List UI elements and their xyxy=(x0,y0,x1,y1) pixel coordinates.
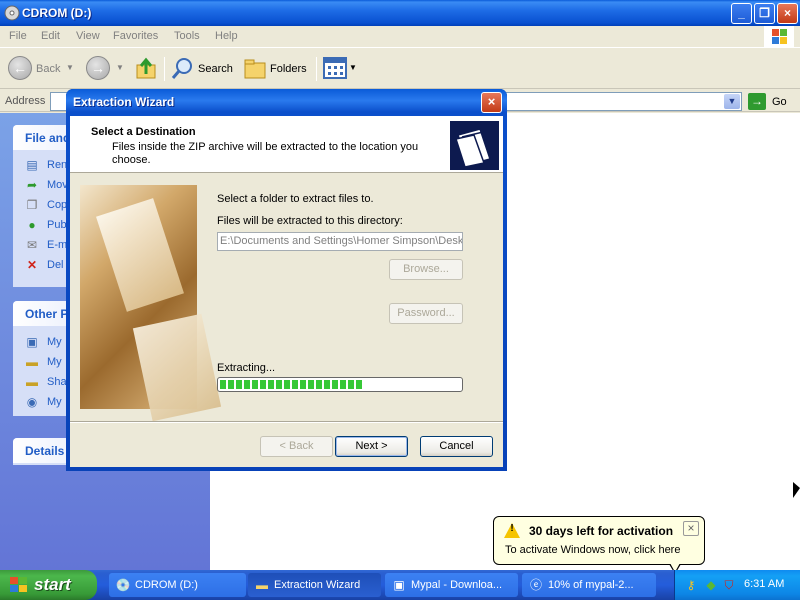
folder-files-icon xyxy=(450,121,499,170)
copy-icon: ❐ xyxy=(26,198,38,212)
cdrom-icon xyxy=(4,5,20,21)
task-mypal[interactable]: ▣ Mypal - Downloa... xyxy=(385,573,518,597)
security-shield-icon[interactable]: ⛉ xyxy=(721,577,737,593)
cancel-button[interactable]: Cancel xyxy=(420,436,493,457)
browse-button[interactable]: Browse... xyxy=(389,259,463,280)
close-button[interactable]: × xyxy=(777,3,798,24)
taskbar: start 💿 CDROM (D:) ▬ Extraction Wizard ▣… xyxy=(0,570,800,600)
balloon-title: 30 days left for activation xyxy=(529,524,674,538)
menu-bar: File Edit View Favorites Tools Help xyxy=(0,26,800,48)
search-icon xyxy=(171,58,192,79)
search-button[interactable]: Search xyxy=(170,56,236,82)
dialog-close-button[interactable]: × xyxy=(481,92,502,113)
menu-edit[interactable]: Edit xyxy=(41,30,60,42)
network-icon[interactable]: ◆ xyxy=(703,577,719,593)
wizard-heading: Select a Destination xyxy=(91,126,196,138)
back-button[interactable]: ← Back ▼ xyxy=(8,56,78,82)
ie-icon: ⓔ xyxy=(529,578,542,592)
views-button[interactable]: ▼ xyxy=(323,56,357,82)
windows-logo-icon xyxy=(764,26,794,48)
balloon-text[interactable]: To activate Windows now, click here xyxy=(505,544,680,556)
task-extraction-wizard[interactable]: ▬ Extraction Wizard xyxy=(248,573,381,597)
email-icon: ✉ xyxy=(26,238,38,252)
menu-help[interactable]: Help xyxy=(215,30,238,42)
mouse-cursor-icon xyxy=(793,482,800,498)
explorer-title-bar[interactable]: CDROM (D:) _ ❐ × xyxy=(0,0,800,26)
shared-folder-icon: ▬ xyxy=(26,375,38,389)
next-button[interactable]: Next > xyxy=(335,436,408,457)
go-arrow-icon: → xyxy=(748,93,766,110)
activation-balloon[interactable]: ! 30 days left for activation To activat… xyxy=(493,516,705,574)
maximize-button[interactable]: ❐ xyxy=(754,3,775,24)
balloon-close-button[interactable]: × xyxy=(683,521,699,536)
my-documents-icon: ▬ xyxy=(26,355,38,369)
clock[interactable]: 6:31 AM xyxy=(744,578,784,590)
folder-icon: ▬ xyxy=(256,578,268,592)
extraction-progress-bar xyxy=(217,377,463,392)
window-title: CDROM (D:) xyxy=(22,6,92,20)
my-network-icon: ◉ xyxy=(26,395,38,409)
go-button[interactable]: → Go xyxy=(748,93,798,111)
delete-x-icon: ✕ xyxy=(26,258,38,272)
menu-favorites[interactable]: Favorites xyxy=(113,30,158,42)
forward-button[interactable]: → ▼ xyxy=(86,56,126,82)
address-label: Address xyxy=(5,95,46,107)
toolbar-separator xyxy=(316,57,317,81)
windows-flag-icon xyxy=(10,577,27,592)
standard-toolbar: ← Back ▼ → ▼ Search Folders ▼ xyxy=(0,49,800,89)
wizard-header: Select a Destination Files inside the ZI… xyxy=(70,116,503,173)
folders-button[interactable]: Folders xyxy=(243,56,311,82)
dialog-title: Extraction Wizard xyxy=(73,95,175,109)
directory-label: Files will be extracted to this director… xyxy=(217,215,403,227)
up-folder-button[interactable] xyxy=(134,56,160,82)
up-folder-icon xyxy=(136,57,156,79)
task-download[interactable]: ⓔ 10% of mypal-2... xyxy=(522,573,656,597)
menu-tools[interactable]: Tools xyxy=(174,30,200,42)
move-icon: ➦ xyxy=(26,178,38,192)
forward-arrow-icon: → xyxy=(86,56,110,80)
password-button[interactable]: Password... xyxy=(389,303,463,324)
my-computer-icon: ▣ xyxy=(26,335,38,349)
back-arrow-icon: ← xyxy=(8,56,32,80)
dropdown-arrow-icon: ▼ xyxy=(349,63,357,72)
publish-globe-icon: ● xyxy=(28,218,36,232)
cdrom-icon: 💿 xyxy=(115,578,131,592)
menu-file[interactable]: File xyxy=(9,30,27,42)
activation-keys-icon[interactable]: ⚷ xyxy=(683,577,699,593)
menu-view[interactable]: View xyxy=(76,30,100,42)
progress-fill xyxy=(220,380,364,389)
select-folder-label: Select a folder to extract files to. xyxy=(217,193,374,205)
back-button-wizard[interactable]: < Back xyxy=(260,436,333,457)
rename-icon: ▤ xyxy=(26,158,38,172)
dialog-separator xyxy=(70,421,503,423)
extracting-label: Extracting... xyxy=(217,362,276,374)
start-button[interactable]: start xyxy=(0,570,97,600)
dialog-body: Select a Destination Files inside the ZI… xyxy=(70,116,503,467)
folders-icon xyxy=(244,59,266,79)
dropdown-arrow-icon: ▼ xyxy=(66,63,74,72)
address-dropdown-icon[interactable]: ▼ xyxy=(724,94,740,109)
wizard-side-image xyxy=(80,185,222,422)
wizard-subheading: Files inside the ZIP archive will be ext… xyxy=(112,141,419,166)
minimize-button[interactable]: _ xyxy=(731,3,752,24)
mypal-icon: ▣ xyxy=(393,578,405,592)
dropdown-arrow-icon: ▼ xyxy=(116,63,124,72)
toolbar-separator xyxy=(164,57,165,81)
destination-path-input[interactable]: E:\Documents and Settings\Homer Simpson\… xyxy=(217,232,463,251)
task-cdrom[interactable]: 💿 CDROM (D:) xyxy=(109,573,246,597)
system-tray: ⚷ ◆ ⛉ 6:31 AM xyxy=(674,570,800,600)
extraction-wizard-dialog: Extraction Wizard × Select a Destination… xyxy=(66,89,507,471)
views-icon xyxy=(323,57,347,79)
